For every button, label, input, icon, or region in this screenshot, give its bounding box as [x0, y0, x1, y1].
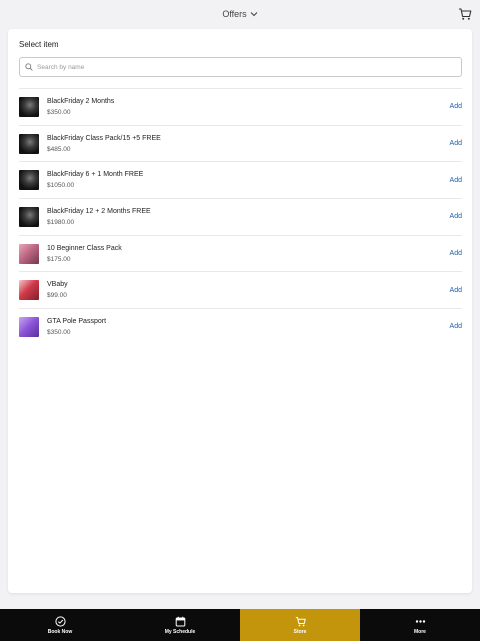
- item-thumbnail: [19, 133, 39, 154]
- cart-icon: [295, 616, 306, 626]
- list-item[interactable]: GTA Pole Passport $350.00 Add: [19, 308, 462, 345]
- list-item[interactable]: VBaby $99.00 Add: [19, 271, 462, 308]
- list-item[interactable]: BlackFriday 2 Months $350.00 Add: [19, 88, 462, 125]
- item-info: VBaby $99.00: [47, 281, 68, 299]
- item-thumbnail: [19, 96, 39, 117]
- list-item[interactable]: BlackFriday 12 + 2 Months FREE $1980.00 Ad…: [19, 198, 462, 235]
- card-title: Select item: [19, 40, 59, 49]
- nav-label: My Schedule: [164, 628, 196, 635]
- item-price: $350.00: [47, 108, 71, 116]
- calendar-icon: [175, 616, 185, 626]
- more-dots-icon: [415, 619, 425, 623]
- item-price: $99.00: [47, 292, 67, 300]
- item-price: $485.00: [47, 145, 71, 153]
- item-thumbnail: [19, 206, 39, 227]
- item-price: $350.00: [47, 328, 71, 336]
- check-circle-icon: [54, 615, 66, 627]
- list-item[interactable]: 10 Beginner Class Pack $175.00 Add: [19, 234, 462, 272]
- add-button[interactable]: Add: [450, 103, 462, 110]
- search-input[interactable]: [37, 63, 457, 71]
- item-info: BlackFriday Class Pack/15 +5 FREE $485.00: [47, 135, 161, 153]
- item-info: BlackFriday 2 Months $350.00: [47, 98, 114, 116]
- item-name: BlackFriday 2 Months: [47, 97, 115, 105]
- offers-title: Offers: [222, 9, 247, 19]
- add-button[interactable]: Add: [450, 213, 462, 220]
- item-thumbnail: [19, 243, 39, 264]
- nav-item-book-now[interactable]: Book Now: [0, 609, 120, 641]
- offers-dropdown[interactable]: Offers: [222, 9, 258, 19]
- cart-icon[interactable]: [458, 7, 472, 21]
- item-info: BlackFriday 6 + 1 Month FREE $1050.00: [47, 171, 143, 189]
- item-price: $175.00: [47, 255, 71, 263]
- item-name: BlackFriday 6 + 1 Month FREE: [47, 171, 144, 179]
- add-button[interactable]: Add: [450, 140, 462, 147]
- search-icon: [25, 63, 33, 71]
- item-thumbnail: [19, 280, 39, 301]
- item-name: BlackFriday 12 + 2 Months FREE: [47, 207, 151, 215]
- add-button[interactable]: Add: [450, 287, 462, 294]
- item-price: $1050.00: [47, 182, 75, 190]
- nav-label: More: [414, 628, 426, 635]
- chevron-down-icon: [250, 12, 258, 17]
- add-button[interactable]: Add: [450, 250, 462, 257]
- nav-label: Store: [293, 628, 307, 635]
- item-info: BlackFriday 12 + 2 Months FREE $1980.00: [47, 208, 151, 226]
- item-thumbnail: [19, 316, 39, 337]
- top-bar: Offers: [0, 0, 480, 28]
- nav-item-more[interactable]: More: [360, 609, 480, 641]
- list-item[interactable]: BlackFriday 6 + 1 Month FREE $1050.00 Add: [19, 161, 462, 198]
- item-name: VBaby: [47, 281, 68, 289]
- add-button[interactable]: Add: [450, 323, 462, 330]
- item-thumbnail: [19, 170, 39, 191]
- item-info: GTA Pole Passport $350.00: [47, 318, 106, 336]
- item-name: 10 Beginner Class Pack: [47, 244, 122, 252]
- nav-label: Book Now: [47, 628, 73, 635]
- select-item-card: Select item BlackFriday 2 Months $350.00 A…: [8, 29, 472, 593]
- nav-item-store[interactable]: Store: [240, 609, 360, 641]
- add-button[interactable]: Add: [450, 177, 462, 184]
- item-info: 10 Beginner Class Pack $175.00: [47, 245, 122, 263]
- nav-item-my-schedule[interactable]: My Schedule: [120, 609, 240, 641]
- item-list: BlackFriday 2 Months $350.00 Add BlackFrida…: [19, 88, 462, 345]
- bottom-nav: Book Now My Schedule Store More: [0, 609, 480, 641]
- item-price: $1980.00: [47, 218, 75, 226]
- list-item[interactable]: BlackFriday Class Pack/15 +5 FREE $485.00…: [19, 124, 462, 162]
- search-box[interactable]: [19, 57, 462, 77]
- item-name: GTA Pole Passport: [47, 317, 107, 325]
- item-name: BlackFriday Class Pack/15 +5 FREE: [47, 134, 161, 142]
